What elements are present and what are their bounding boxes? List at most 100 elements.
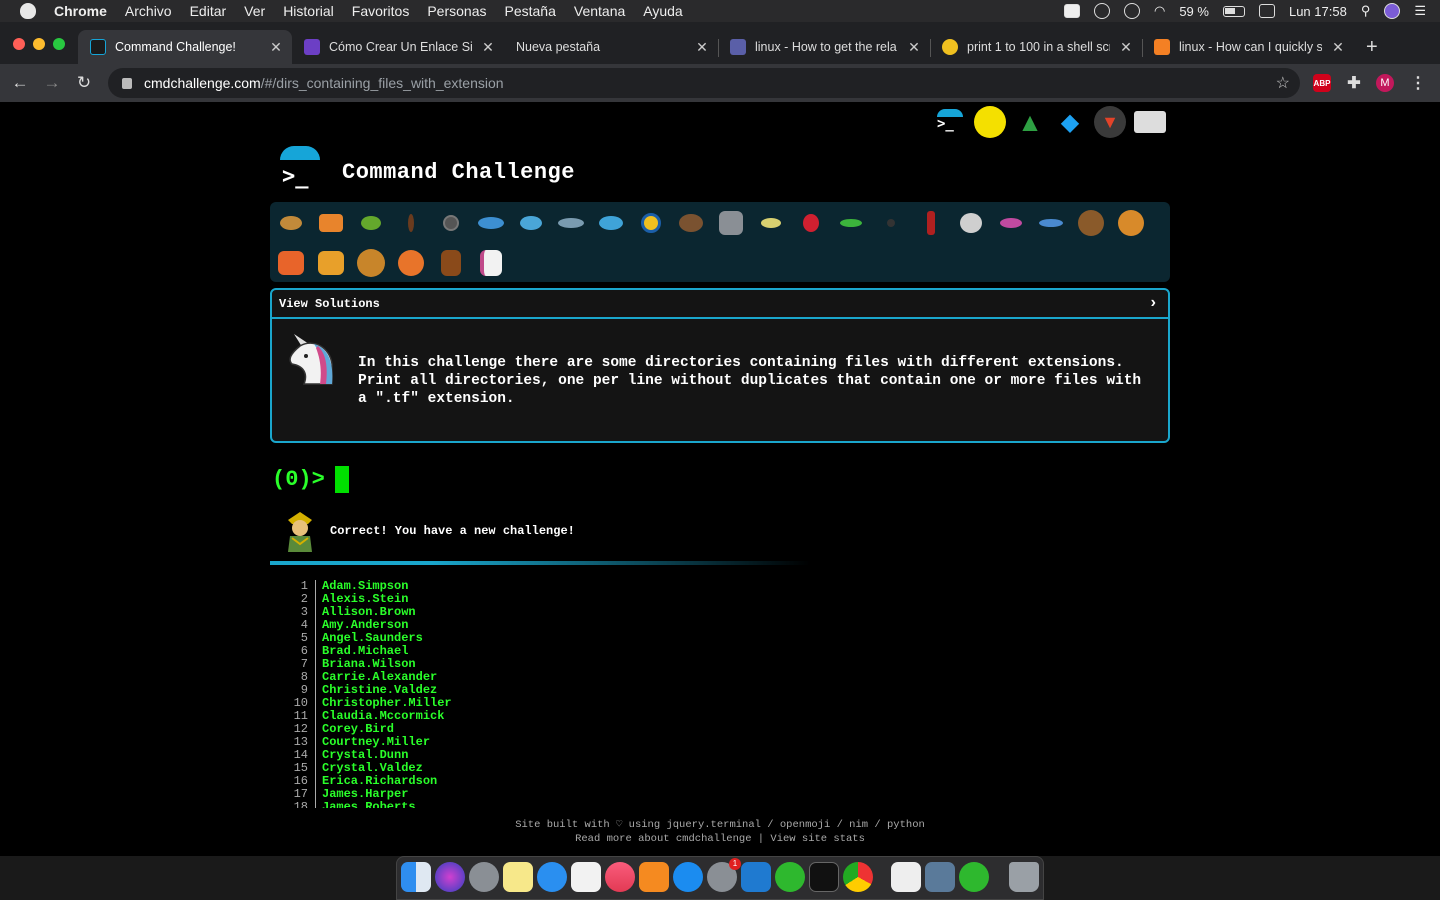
keyboard-input-icon[interactable] xyxy=(1258,4,1275,18)
text-tool-icon[interactable] xyxy=(1063,4,1080,18)
gitlab-icon[interactable]: ▼ xyxy=(1094,106,1126,138)
menu-archivo[interactable]: Archivo xyxy=(125,3,172,19)
tab-print-1-to-100[interactable]: print 1 to 100 in a shell scr ✕ xyxy=(930,30,1142,64)
close-window-icon[interactable] xyxy=(13,38,25,50)
launchpad-icon[interactable] xyxy=(469,862,499,892)
preview-icon[interactable] xyxy=(925,862,955,892)
wordpress-icon[interactable] xyxy=(1123,3,1140,19)
bookmark-star-icon[interactable]: ☆ xyxy=(1276,73,1290,93)
tropical-fish-icon[interactable] xyxy=(636,208,666,238)
chrome-menu-icon[interactable]: ⋮ xyxy=(1409,74,1427,92)
unicorn-icon[interactable] xyxy=(476,248,506,278)
tab-linux-relative[interactable]: linux - How to get the rela ✕ xyxy=(718,30,930,64)
profile-avatar[interactable]: M xyxy=(1376,74,1394,92)
spotlight-search-icon[interactable]: ⚲ xyxy=(1361,3,1371,19)
close-tab-icon[interactable]: ✕ xyxy=(1118,39,1134,56)
shark-icon[interactable] xyxy=(556,208,586,238)
books-icon[interactable] xyxy=(639,862,669,892)
menu-historial[interactable]: Historial xyxy=(283,3,334,19)
chevron-right-icon[interactable]: › xyxy=(1148,294,1158,312)
menu-chrome[interactable]: Chrome xyxy=(54,3,107,19)
menu-ayuda[interactable]: Ayuda xyxy=(643,3,682,19)
fly-icon[interactable] xyxy=(956,208,986,238)
terminal-prompt[interactable]: (0)> xyxy=(272,466,349,493)
fish-icon[interactable] xyxy=(596,208,626,238)
utorrent-icon[interactable] xyxy=(775,862,805,892)
apple-icon[interactable] xyxy=(20,3,36,19)
reload-icon[interactable]: ↻ xyxy=(72,73,96,93)
zoom-window-icon[interactable] xyxy=(53,38,65,50)
tab-enlace[interactable]: Cómo Crear Un Enlace Sim ✕ xyxy=(292,30,504,64)
tab-linux-quickly[interactable]: linux - How can I quickly s ✕ xyxy=(1142,30,1354,64)
hedgehog-icon[interactable] xyxy=(676,208,706,238)
adblock-plus-icon[interactable]: ABP xyxy=(1313,74,1331,92)
hint-face-icon[interactable] xyxy=(974,106,1006,138)
tiger-icon[interactable] xyxy=(396,248,426,278)
email-icon[interactable] xyxy=(1134,111,1166,133)
snail-icon[interactable] xyxy=(276,208,306,238)
cat-icon[interactable] xyxy=(316,248,346,278)
terminal-cursor[interactable] xyxy=(334,466,349,493)
spider-icon[interactable] xyxy=(876,208,906,238)
finder-icon[interactable] xyxy=(401,862,431,892)
new-tab-button[interactable]: + xyxy=(1366,36,1378,59)
minimize-window-icon[interactable] xyxy=(33,38,45,50)
back-icon[interactable]: ← xyxy=(8,73,32,93)
notification-center-icon[interactable]: ☰ xyxy=(1414,3,1426,19)
mosquito-icon[interactable] xyxy=(756,208,786,238)
tab-command-challenge[interactable]: Command Challenge! ✕ xyxy=(78,30,292,64)
system-preferences-icon[interactable]: 1 xyxy=(707,858,741,892)
music-icon[interactable] xyxy=(605,862,635,892)
vscode-icon[interactable] xyxy=(741,862,771,892)
close-tab-icon[interactable]: ✕ xyxy=(906,39,922,56)
chrome-icon[interactable] xyxy=(843,862,873,892)
trash-icon[interactable] xyxy=(1009,862,1039,892)
menu-ventana[interactable]: Ventana xyxy=(574,3,625,19)
reminders-icon[interactable] xyxy=(571,862,601,892)
battery-icon[interactable] xyxy=(1222,5,1245,17)
worm-icon[interactable] xyxy=(836,208,866,238)
snake-icon[interactable] xyxy=(996,208,1026,238)
tapeworm-icon[interactable] xyxy=(1036,208,1066,238)
monkey-icon[interactable] xyxy=(1076,208,1106,238)
wifi-icon[interactable]: ◠ xyxy=(1154,3,1165,19)
terminal-icon[interactable] xyxy=(809,862,839,892)
safari-icon[interactable] xyxy=(537,862,567,892)
clock[interactable]: Lun 17:58 xyxy=(1289,4,1347,19)
notes-icon[interactable] xyxy=(503,862,533,892)
siri-icon[interactable] xyxy=(435,862,465,892)
twitter-icon[interactable]: ◆ xyxy=(1054,106,1086,138)
whale-icon[interactable] xyxy=(476,208,506,238)
fox-icon[interactable] xyxy=(276,248,306,278)
wolf-icon[interactable] xyxy=(716,208,746,238)
address-bar[interactable]: cmdchallenge.com/#/dirs_containing_files… xyxy=(108,68,1300,98)
extensions-puzzle-icon[interactable]: ✚ xyxy=(1345,74,1363,92)
close-tab-icon[interactable]: ✕ xyxy=(480,39,496,56)
close-tab-icon[interactable]: ✕ xyxy=(694,39,710,56)
close-tab-icon[interactable]: ✕ xyxy=(1330,39,1346,56)
close-tab-icon[interactable]: ✕ xyxy=(268,39,284,56)
siri-icon[interactable] xyxy=(1384,3,1401,19)
ant-icon[interactable] xyxy=(396,208,426,238)
butterfly-icon[interactable] xyxy=(316,208,346,238)
menu-ver[interactable]: Ver xyxy=(244,3,265,19)
ladybug-icon[interactable] xyxy=(796,208,826,238)
menu-pestana[interactable]: Pestaña xyxy=(505,3,556,19)
lock-icon[interactable] xyxy=(122,77,132,89)
cmdchallenge-logo-icon[interactable]: >_ xyxy=(934,106,966,138)
view-solutions-toggle[interactable]: View Solutions › xyxy=(272,290,1168,319)
menu-editar[interactable]: Editar xyxy=(190,3,227,19)
app-store-icon[interactable] xyxy=(673,862,703,892)
creative-cloud-icon[interactable] xyxy=(1093,3,1110,19)
footer-links[interactable]: Read more about cmdchallenge | View site… xyxy=(0,832,1440,846)
forward-icon[interactable]: → xyxy=(40,73,64,93)
document-icon[interactable] xyxy=(891,862,921,892)
tree-icon[interactable]: ▲ xyxy=(1014,106,1046,138)
caterpillar-icon[interactable] xyxy=(356,208,386,238)
microbe-icon[interactable] xyxy=(436,208,466,238)
menu-favoritos[interactable]: Favoritos xyxy=(352,3,410,19)
tab-nueva[interactable]: Nueva pestaña ✕ xyxy=(504,30,718,64)
menu-personas[interactable]: Personas xyxy=(427,3,486,19)
lion-icon[interactable] xyxy=(356,248,386,278)
horse-icon[interactable] xyxy=(436,248,466,278)
